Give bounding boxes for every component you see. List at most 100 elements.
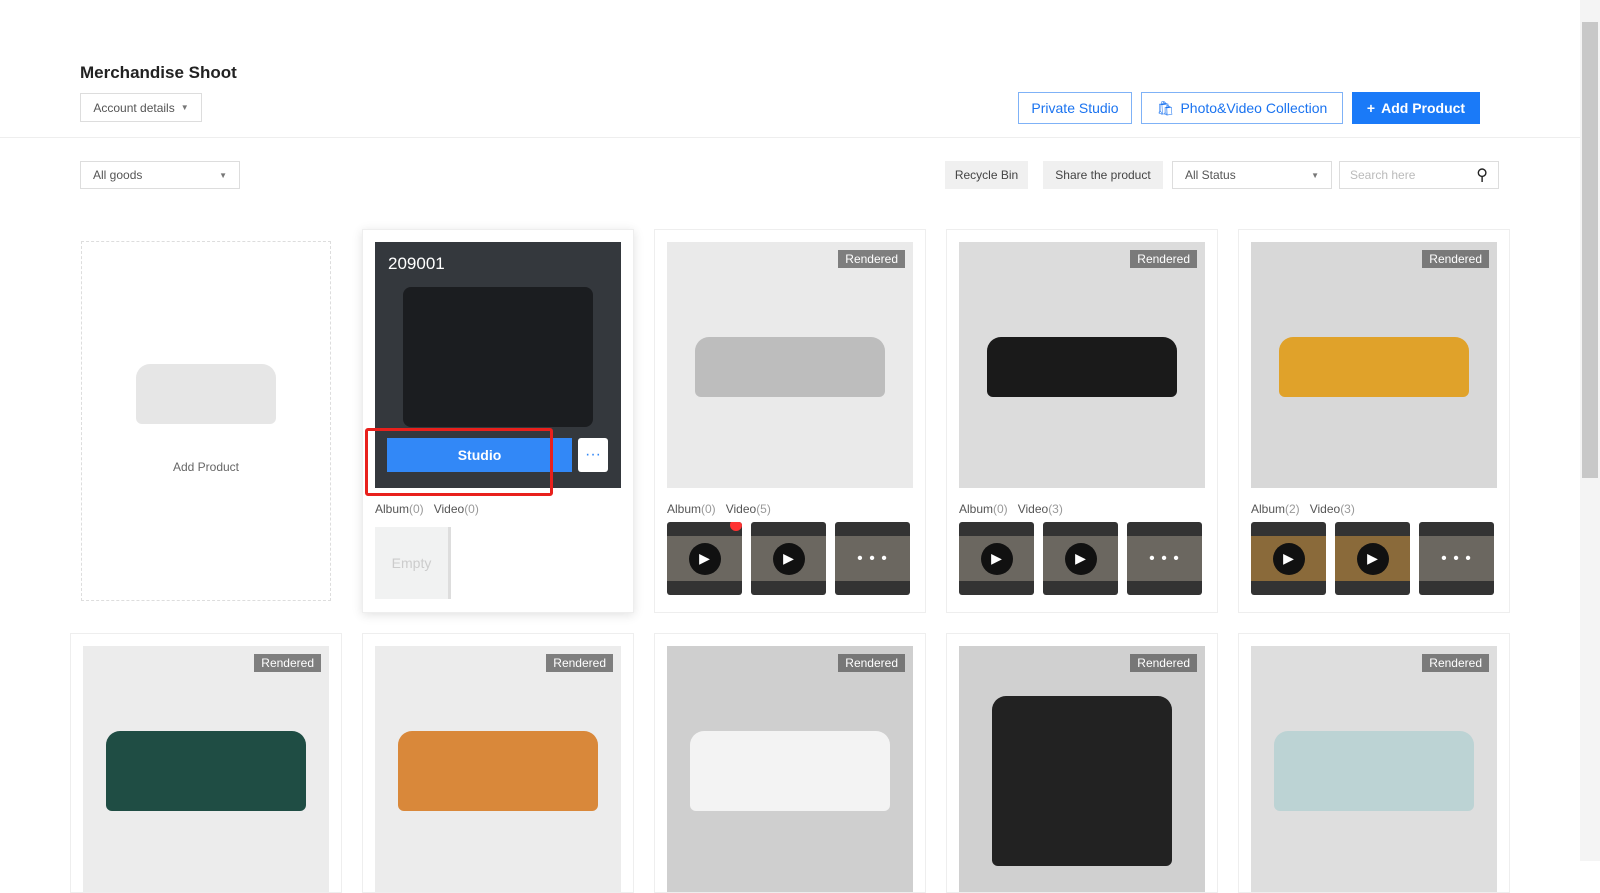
video-count: (5) xyxy=(756,502,771,516)
plus-icon: + xyxy=(1366,100,1376,116)
product-card[interactable]: Rendered Album(0) Video(5) ▶ ▶ • • • xyxy=(654,229,926,613)
search-icon[interactable]: ⚲ xyxy=(1476,165,1488,185)
product-image: Rendered xyxy=(1251,646,1497,892)
more-options-button[interactable]: ··· xyxy=(578,438,608,472)
play-icon: ▶ xyxy=(1064,542,1097,575)
product-shape xyxy=(987,337,1177,397)
product-image: Rendered xyxy=(375,646,621,892)
product-image: Rendered xyxy=(83,646,329,892)
account-label: Account details xyxy=(93,100,175,115)
album-count: (2) xyxy=(1285,502,1300,516)
product-shape xyxy=(695,337,885,397)
product-shape xyxy=(106,731,306,811)
account-details-dropdown[interactable]: Account details ▼ xyxy=(80,93,202,122)
photo-video-collection-button[interactable]: 🛍 Photo&Video Collection xyxy=(1141,92,1343,124)
play-icon: ▶ xyxy=(1356,542,1389,575)
product-image: Rendered xyxy=(667,242,913,488)
search-placeholder: Search here xyxy=(1350,168,1416,182)
scrollbar[interactable] xyxy=(1580,0,1600,861)
recycle-bin-button[interactable]: Recycle Bin xyxy=(945,161,1028,189)
media-counts: Album(0) Video(0) xyxy=(375,502,479,516)
media-counts: Album(0) Video(3) xyxy=(959,502,1063,516)
media-thumbnails: ▶ ▶ • • • xyxy=(1251,522,1494,595)
dresser-shape xyxy=(403,287,593,427)
video-thumb[interactable]: ▶ xyxy=(667,522,742,595)
add-product-card-label: Add Product xyxy=(172,460,240,474)
media-thumbnails: ▶ ▶ • • • xyxy=(959,522,1202,595)
goods-filter-select[interactable]: All goods ▼ xyxy=(80,161,240,189)
add-product-card[interactable]: Add Product xyxy=(81,241,331,601)
goods-filter-value: All goods xyxy=(93,168,143,182)
video-label[interactable]: Video xyxy=(726,502,756,516)
video-label[interactable]: Video xyxy=(434,502,464,516)
product-card[interactable]: Rendered xyxy=(362,633,634,893)
product-shape xyxy=(398,731,598,811)
header-divider xyxy=(0,137,1580,138)
video-thumb[interactable]: ▶ xyxy=(1043,522,1118,595)
sofa-placeholder-icon xyxy=(136,364,276,424)
add-product-button[interactable]: + Add Product xyxy=(1352,92,1480,124)
product-card[interactable]: Rendered Album(0) Video(3) ▶ ▶ • • • xyxy=(946,229,1218,613)
video-thumb[interactable]: ▶ xyxy=(1335,522,1410,595)
share-label: Share the product xyxy=(1055,168,1151,182)
more-media-thumb[interactable]: • • • xyxy=(1419,522,1494,595)
rendered-badge: Rendered xyxy=(1422,654,1489,672)
highlight-box xyxy=(365,428,553,496)
product-card[interactable]: Rendered xyxy=(946,633,1218,893)
product-shape xyxy=(1279,337,1469,397)
more-media-thumb[interactable]: • • • xyxy=(1127,522,1202,595)
album-label[interactable]: Album xyxy=(959,502,993,516)
play-icon: ▶ xyxy=(1272,542,1305,575)
share-product-button[interactable]: Share the product xyxy=(1043,161,1163,189)
search-input[interactable]: Search here ⚲ xyxy=(1339,161,1499,189)
rendered-badge: Rendered xyxy=(1130,654,1197,672)
product-card[interactable]: Rendered xyxy=(654,633,926,893)
product-image: Rendered xyxy=(667,646,913,892)
media-counts: Album(2) Video(3) xyxy=(1251,502,1355,516)
private-studio-button[interactable]: Private Studio xyxy=(1018,92,1132,124)
album-label[interactable]: Album xyxy=(375,502,409,516)
media-thumbnails: ▶ ▶ • • • xyxy=(667,522,910,595)
product-card-209001[interactable]: 209001 Studio ··· Album(0) Video(0) Empt… xyxy=(362,229,634,613)
collection-label: Photo&Video Collection xyxy=(1180,100,1328,116)
video-label[interactable]: Video xyxy=(1310,502,1340,516)
status-filter-select[interactable]: All Status ▼ xyxy=(1172,161,1332,189)
media-counts: Album(0) Video(5) xyxy=(667,502,771,516)
album-label[interactable]: Album xyxy=(1251,502,1285,516)
scrollbar-thumb[interactable] xyxy=(1582,22,1598,478)
product-card[interactable]: Rendered Album(2) Video(3) ▶ ▶ • • • xyxy=(1238,229,1510,613)
product-shape xyxy=(992,696,1172,866)
add-product-label: Add Product xyxy=(1381,100,1466,116)
album-count: (0) xyxy=(409,502,424,516)
play-icon: ▶ xyxy=(980,542,1013,575)
empty-placeholder: Empty xyxy=(375,527,451,599)
product-image: Rendered xyxy=(1251,242,1497,488)
product-card[interactable]: Rendered xyxy=(1238,633,1510,893)
status-filter-value: All Status xyxy=(1185,168,1236,182)
video-count: (3) xyxy=(1340,502,1355,516)
video-thumb[interactable]: ▶ xyxy=(751,522,826,595)
product-image: Rendered xyxy=(959,646,1205,892)
page-title: Merchandise Shoot xyxy=(80,63,237,82)
product-card[interactable]: Rendered xyxy=(70,633,342,893)
play-icon: ▶ xyxy=(772,542,805,575)
rendered-badge: Rendered xyxy=(254,654,321,672)
rendered-badge: Rendered xyxy=(1130,250,1197,268)
rendered-badge: Rendered xyxy=(838,250,905,268)
video-thumb[interactable]: ▶ xyxy=(1251,522,1326,595)
more-media-thumb[interactable]: • • • xyxy=(835,522,910,595)
bag-icon: 🛍 xyxy=(1156,99,1175,116)
caret-down-icon: ▼ xyxy=(180,103,189,112)
more-icon: • • • xyxy=(1149,550,1180,567)
private-studio-label: Private Studio xyxy=(1031,100,1119,116)
product-code: 209001 xyxy=(388,254,445,273)
rendered-badge: Rendered xyxy=(546,654,613,672)
video-label[interactable]: Video xyxy=(1018,502,1048,516)
product-shape xyxy=(1274,731,1474,811)
video-thumb[interactable]: ▶ xyxy=(959,522,1034,595)
album-label[interactable]: Album xyxy=(667,502,701,516)
notification-dot xyxy=(730,522,742,531)
album-count: (0) xyxy=(993,502,1008,516)
caret-down-icon: ▼ xyxy=(219,170,227,180)
album-count: (0) xyxy=(701,502,716,516)
